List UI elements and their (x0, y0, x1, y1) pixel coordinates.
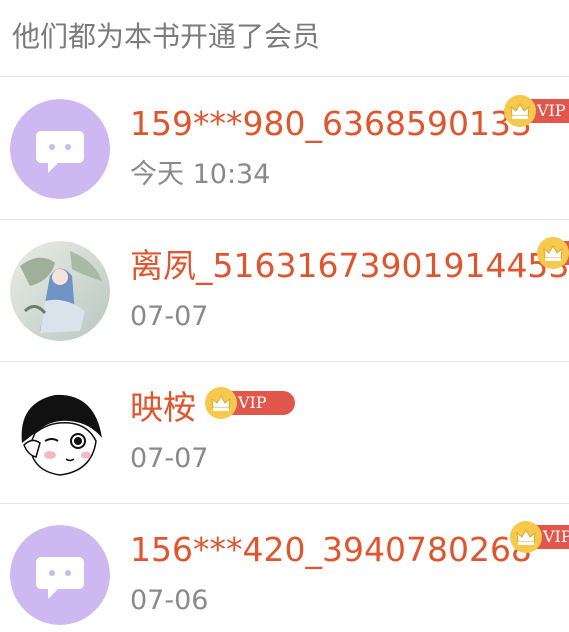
crown-icon (510, 521, 542, 553)
member-name[interactable]: 156***420_3940780268 (130, 529, 532, 571)
vip-badge: VIP (510, 521, 569, 553)
vip-badge: VIP (537, 237, 569, 269)
manga-character-avatar[interactable] (10, 383, 110, 483)
vip-badge: VIP (205, 387, 295, 419)
anime-illustration-avatar[interactable] (10, 241, 110, 341)
member-row[interactable]: 映桉 VIP 07-07 (0, 362, 569, 504)
vip-badge: VIP (504, 95, 569, 127)
page-title: 他们都为本书开通了会员 (12, 20, 321, 53)
crown-icon (537, 237, 569, 269)
member-time: 今天 10:34 (130, 159, 271, 190)
member-time: 07-07 (130, 443, 209, 474)
member-row[interactable]: 159***980_6368590133 VIP 今天 10:34 (0, 78, 569, 220)
member-list-page: 他们都为本书开通了会员 159***980_6368590133 VIP 今天 … (0, 0, 569, 632)
member-row[interactable]: 离夙_51631673901914453 VIP 07-07 (0, 220, 569, 362)
default-chat-avatar-icon[interactable] (10, 525, 110, 625)
default-chat-avatar-icon[interactable] (10, 99, 110, 199)
member-row[interactable]: 156***420_3940780268 VIP 07-06 (0, 504, 569, 632)
member-time: 07-06 (130, 585, 209, 616)
crown-icon (504, 95, 536, 127)
crown-icon (205, 387, 237, 419)
member-name[interactable]: 离夙_51631673901914453 (130, 245, 569, 287)
header: 他们都为本书开通了会员 (0, 0, 569, 77)
member-name[interactable]: 映桉 (130, 387, 196, 429)
member-time: 07-07 (130, 301, 209, 332)
member-name[interactable]: 159***980_6368590133 (130, 103, 532, 145)
